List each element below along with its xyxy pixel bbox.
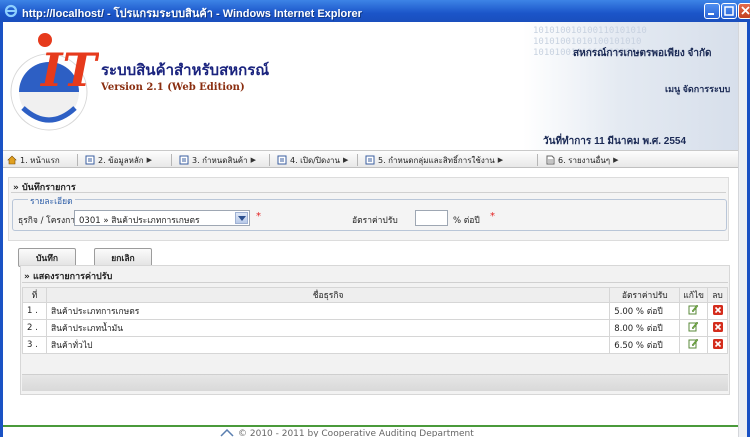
form-icon <box>85 155 95 165</box>
row-rate: 8.00 % ต่อปี <box>609 319 681 337</box>
menu-separator <box>357 154 358 166</box>
menu-item-home[interactable]: 1. หน้าแรก <box>7 153 60 167</box>
rate-input[interactable] <box>415 210 448 226</box>
submenu-arrow-icon: ▶ <box>613 156 619 164</box>
close-window-button[interactable] <box>738 3 750 19</box>
column-header-no: ที่ <box>22 287 47 303</box>
penalty-table: ที่ ชื่อธุรกิจ อัตราค่าปรับ แก้ไข ลบ 1 .… <box>22 287 728 354</box>
submenu-arrow-icon: ▶ <box>343 156 349 164</box>
row-name: สินค้าประเภทการเกษตร <box>45 302 611 320</box>
rate-label: อัตราค่าปรับ <box>352 216 398 226</box>
organization-name: สหกรณ์การเกษตรพอเพียง จำกัด <box>573 48 712 59</box>
maximize-button[interactable] <box>721 3 737 19</box>
table-header-row: ที่ ชื่อธุรกิจ อัตราค่าปรับ แก้ไข ลบ <box>22 287 728 303</box>
menu-separator <box>77 154 78 166</box>
business-select[interactable]: 0301 » สินค้าประเภทการเกษตร <box>74 210 250 226</box>
form-icon <box>179 155 189 165</box>
menu-separator <box>269 154 270 166</box>
close-icon <box>741 6 750 15</box>
row-name: สินค้าประเภทน้ำมัน <box>45 319 611 337</box>
ie-icon <box>4 4 18 18</box>
menu-item-master-data[interactable]: 2. ข้อมูลหลัก ▶ <box>85 153 152 167</box>
delete-icon <box>712 304 723 315</box>
menu-label-master-data: 2. ข้อมูลหลัก <box>98 155 144 165</box>
menu-label-open-close: 4. เปิด/ปิดงาน <box>290 155 341 165</box>
chevron-down-icon <box>238 216 246 221</box>
business-select-value: 0301 » สินค้าประเภทการเกษตร <box>79 216 200 226</box>
table-row: 3 . สินค้าทั่วไป 6.50 % ต่อปี <box>22 336 728 354</box>
app-version: Version 2.1 (Web Edition) <box>101 82 245 93</box>
row-rate: 5.00 % ต่อปี <box>609 302 681 320</box>
menu-label-products: 3. กำหนดสินค้า <box>192 155 248 165</box>
column-header-rate: อัตราค่าปรับ <box>609 287 681 303</box>
window-titlebar: http://localhost/ - โปรแกรมระบบสินค้า - … <box>0 0 750 22</box>
app-banner: 101010010100110101010 101010010101001010… <box>3 22 738 150</box>
edit-icon <box>688 304 699 315</box>
row-number: 3 . <box>22 336 47 354</box>
svg-text:IT: IT <box>39 43 99 97</box>
row-number: 2 . <box>22 319 47 337</box>
submenu-arrow-icon: ▶ <box>497 156 504 164</box>
business-label: ธุรกิจ / โครงการ <box>18 216 80 226</box>
edit-icon <box>688 321 699 332</box>
divider <box>22 282 728 283</box>
vertical-scrollbar[interactable] <box>738 22 747 437</box>
edit-icon <box>688 338 699 349</box>
column-header-delete: ลบ <box>707 287 728 303</box>
table-row: 2 . สินค้าประเภทน้ำมัน 8.00 % ต่อปี <box>22 319 728 337</box>
details-legend: รายละเอียด <box>28 194 75 208</box>
column-header-edit: แก้ไข <box>679 287 708 303</box>
submenu-arrow-icon: ▶ <box>250 156 257 164</box>
system-admin-link[interactable]: เมนู จัดการระบบ <box>665 82 730 96</box>
menu-label-reports: 6. รายงานอื่นๆ <box>558 155 611 165</box>
window-title: http://localhost/ - โปรแกรมระบบสินค้า - … <box>22 8 362 20</box>
delete-icon <box>712 338 723 349</box>
footer-logo-icon <box>220 429 234 437</box>
menu-separator <box>537 154 538 166</box>
app-title: ระบบสินค้าสำหรับสหกรณ์ <box>101 61 270 79</box>
row-name: สินค้าทั่วไป <box>45 336 611 354</box>
row-number: 1 . <box>22 302 47 320</box>
edit-button[interactable] <box>679 336 708 354</box>
menu-item-open-close[interactable]: 4. เปิด/ปิดงาน ▶ <box>277 153 348 167</box>
work-date: วันที่ทำการ 11 มีนาคม พ.ศ. 2554 <box>543 136 687 147</box>
column-header-name: ชื่อธุรกิจ <box>45 287 611 303</box>
required-mark: * <box>490 211 495 222</box>
table-row: 1 . สินค้าประเภทการเกษตร 5.00 % ต่อปี <box>22 302 728 320</box>
divider <box>11 192 726 193</box>
row-rate: 6.50 % ต่อปี <box>609 336 681 354</box>
maximize-icon <box>724 6 734 16</box>
menu-label-home: 1. หน้าแรก <box>20 155 60 165</box>
menu-label-groups-permissions: 5. กำหนดกลุ่มและสิทธิ์การใช้งาน <box>378 155 495 165</box>
dropdown-button[interactable] <box>235 212 248 224</box>
it-logo: IT <box>10 33 99 131</box>
delete-button[interactable] <box>707 319 728 337</box>
main-menu-bar: 1. หน้าแรก 2. ข้อมูลหลัก ▶ 3. กำหนดสินค้… <box>3 150 738 168</box>
submenu-arrow-icon: ▶ <box>146 156 153 164</box>
menu-separator <box>171 154 172 166</box>
delete-icon <box>712 321 723 332</box>
menu-item-groups-permissions[interactable]: 5. กำหนดกลุ่มและสิทธิ์การใช้งาน ▶ <box>365 153 503 167</box>
edit-button[interactable] <box>679 319 708 337</box>
minimize-icon <box>708 13 714 15</box>
report-icon <box>546 155 555 165</box>
footer-copyright: © 2010 - 2011 by Cooperative Auditing De… <box>238 429 474 437</box>
form-icon <box>277 155 287 165</box>
menu-item-reports[interactable]: 6. รายงานอื่นๆ ▶ <box>545 153 618 167</box>
minimize-button[interactable] <box>704 3 720 19</box>
menu-item-products[interactable]: 3. กำหนดสินค้า ▶ <box>179 153 256 167</box>
edit-button[interactable] <box>679 302 708 320</box>
home-icon <box>7 155 17 165</box>
form-icon <box>365 155 375 165</box>
list-heading: » แสดงรายการค่าปรับ <box>24 272 113 282</box>
delete-button[interactable] <box>707 336 728 354</box>
required-mark: * <box>256 211 261 222</box>
rate-unit: % ต่อปี <box>453 216 480 226</box>
list-footer-bar <box>22 374 728 391</box>
delete-button[interactable] <box>707 302 728 320</box>
